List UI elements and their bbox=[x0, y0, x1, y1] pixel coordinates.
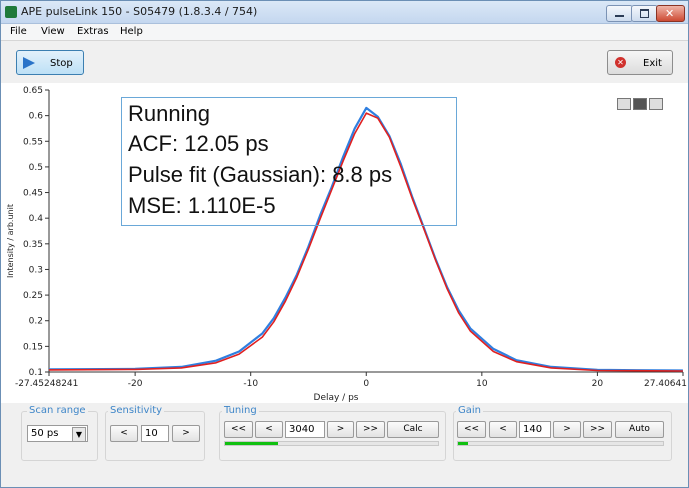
measurement-info-box: Running ACF: 12.05 ps Pulse fit (Gaussia… bbox=[121, 97, 457, 226]
tuning-increase-button[interactable]: > bbox=[327, 421, 354, 438]
x-tick-label: -20 bbox=[128, 379, 143, 389]
tuning-label: Tuning bbox=[222, 405, 259, 416]
sensitivity-label: Sensitivity bbox=[108, 405, 165, 416]
chart-toolbar bbox=[617, 98, 669, 111]
pan-hand-icon[interactable] bbox=[649, 98, 663, 110]
sensitivity-input[interactable]: 10 bbox=[141, 425, 169, 442]
x-tick-label: 27.40641 bbox=[644, 379, 687, 389]
gain-progress-bar bbox=[457, 441, 664, 446]
crosshair-icon[interactable] bbox=[617, 98, 631, 110]
mse-text: MSE: 1.110E-5 bbox=[128, 193, 276, 218]
y-tick-label: 0.1 bbox=[29, 368, 43, 378]
tuning-decrease-button[interactable]: < bbox=[255, 421, 283, 438]
pulse-fit-text: Pulse fit (Gaussian): 8.8 ps bbox=[128, 162, 393, 187]
y-tick-label: 0.2 bbox=[29, 317, 43, 327]
tuning-input[interactable]: 3040 bbox=[285, 421, 325, 438]
tuning-progress-fill bbox=[225, 442, 279, 445]
x-axis-label: Delay / ps bbox=[314, 393, 359, 403]
gain-fast-decrease-button[interactable]: << bbox=[457, 421, 486, 438]
tuning-fast-decrease-button[interactable]: << bbox=[224, 421, 253, 438]
x-tick-label: 20 bbox=[592, 379, 604, 389]
x-tick-label: 0 bbox=[363, 379, 369, 389]
app-window: APE pulseLink 150 - S05479 (1.8.3.4 / 75… bbox=[0, 0, 689, 488]
zoom-icon[interactable] bbox=[633, 98, 647, 110]
gain-input[interactable]: 140 bbox=[519, 421, 551, 438]
tuning-calc-button[interactable]: Calc bbox=[387, 421, 439, 438]
scan-range-select[interactable]: 50 ps ▼ bbox=[27, 425, 88, 442]
y-axis-label: Intensity / arb.unit bbox=[6, 204, 15, 278]
y-tick-label: 0.4 bbox=[29, 214, 44, 224]
y-tick-label: 0.65 bbox=[23, 86, 43, 96]
scan-range-value: 50 ps bbox=[31, 428, 59, 439]
x-tick-label: -27.45248241 bbox=[15, 379, 78, 389]
status-text: Running bbox=[128, 101, 210, 126]
sensitivity-increase-button[interactable]: > bbox=[172, 425, 200, 442]
y-tick-label: 0.5 bbox=[29, 163, 43, 173]
gain-auto-button[interactable]: Auto bbox=[615, 421, 664, 438]
gain-increase-button[interactable]: > bbox=[553, 421, 581, 438]
gain-label: Gain bbox=[456, 405, 483, 416]
tuning-fast-increase-button[interactable]: >> bbox=[356, 421, 385, 438]
y-tick-label: 0.15 bbox=[23, 342, 43, 352]
y-tick-label: 0.35 bbox=[23, 240, 43, 250]
sensitivity-decrease-button[interactable]: < bbox=[110, 425, 138, 442]
y-tick-label: 0.3 bbox=[29, 265, 43, 275]
y-tick-label: 0.45 bbox=[23, 189, 43, 199]
gain-fast-increase-button[interactable]: >> bbox=[583, 421, 612, 438]
y-tick-label: 0.25 bbox=[23, 291, 43, 301]
x-tick-label: 10 bbox=[476, 379, 488, 389]
controls-panel: Scan range 50 ps ▼ Sensitivity < 10 > Tu… bbox=[1, 403, 688, 487]
x-tick-label: -10 bbox=[243, 379, 258, 389]
gain-decrease-button[interactable]: < bbox=[489, 421, 517, 438]
chevron-down-icon[interactable]: ▼ bbox=[72, 427, 86, 442]
gain-progress-fill bbox=[458, 442, 469, 445]
tuning-progress-bar bbox=[224, 441, 439, 446]
scan-range-label: Scan range bbox=[27, 405, 88, 416]
y-tick-label: 0.55 bbox=[23, 137, 43, 147]
acf-text: ACF: 12.05 ps bbox=[128, 131, 269, 156]
y-tick-label: 0.6 bbox=[29, 112, 44, 122]
